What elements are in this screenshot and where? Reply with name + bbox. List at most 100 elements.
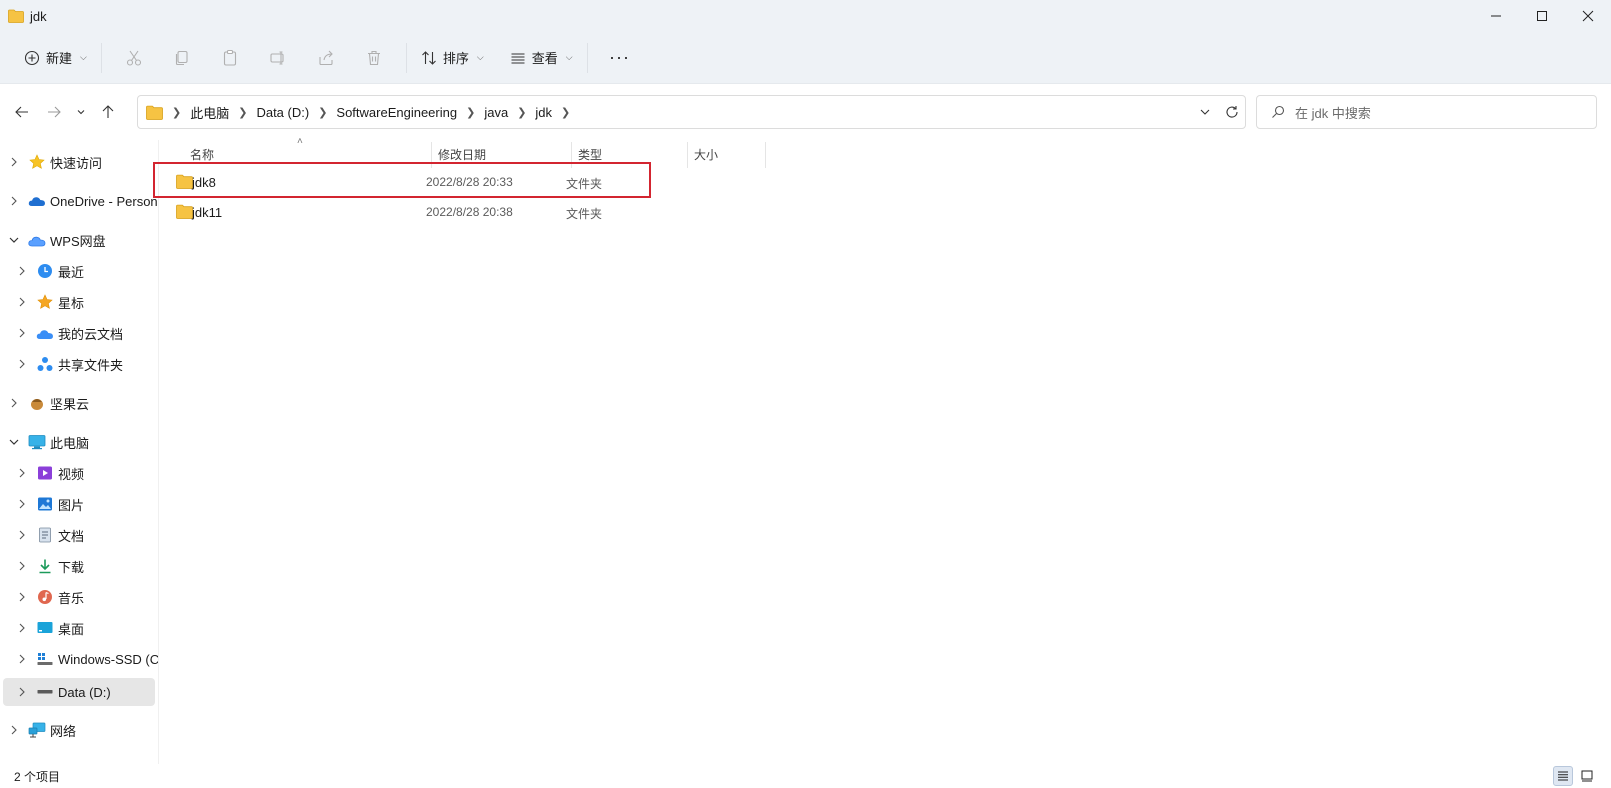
column-divider[interactable] [765, 142, 766, 168]
sidebar-item-documents[interactable]: 文档 [0, 521, 158, 549]
clock-icon [36, 262, 54, 280]
chevron-right-icon[interactable] [16, 327, 28, 339]
copy-icon [175, 50, 188, 65]
address-row: ❯ 此电脑 ❯ Data (D:) ❯ SoftwareEngineering … [0, 84, 1611, 140]
chevron-right-icon[interactable] [16, 686, 28, 698]
chevron-right-icon[interactable] [8, 156, 20, 168]
sidebar-item-recent[interactable]: 最近 [0, 257, 158, 285]
sort-ascending-icon: ˄ [297, 136, 303, 147]
sort-icon [421, 50, 436, 65]
breadcrumb-data-drive[interactable]: Data (D:) [256, 105, 309, 120]
chevron-right-icon[interactable] [16, 467, 28, 479]
sidebar-item-this-pc[interactable]: 此电脑 [0, 428, 158, 456]
chevron-down-icon [77, 110, 85, 115]
chevron-right-icon[interactable] [16, 653, 28, 665]
navigation-pane: 快速访问 OneDrive - Personal WPS网盘 最近 星标 我的云… [0, 140, 158, 764]
chevron-right-icon[interactable]: ❯ [561, 106, 570, 119]
tiles-view-button[interactable] [1577, 766, 1597, 786]
breadcrumb-softwareengineering[interactable]: SoftwareEngineering [336, 105, 457, 120]
chevron-down-icon[interactable] [8, 234, 20, 246]
view-button[interactable]: 查看 ⌵ [504, 40, 579, 76]
maximize-button[interactable] [1519, 0, 1565, 32]
maximize-icon [1537, 11, 1547, 21]
minimize-icon [1491, 15, 1501, 17]
address-bar[interactable]: ❯ 此电脑 ❯ Data (D:) ❯ SoftwareEngineering … [137, 95, 1246, 129]
chevron-right-icon[interactable] [16, 591, 28, 603]
chevron-right-icon[interactable]: ❯ [238, 106, 247, 119]
sidebar-item-my-cloud-docs[interactable]: 我的云文档 [0, 319, 158, 347]
up-button[interactable] [92, 96, 124, 128]
sidebar-item-windows-ssd[interactable]: Windows-SSD (C:) [0, 645, 158, 673]
video-icon [36, 464, 54, 482]
column-divider[interactable] [687, 142, 688, 168]
column-divider[interactable] [571, 142, 572, 168]
chevron-right-icon[interactable]: ❯ [466, 106, 475, 119]
sidebar-item-desktop[interactable]: 桌面 [0, 614, 158, 642]
breadcrumb-jdk[interactable]: jdk [535, 105, 552, 120]
sidebar-item-quick-access[interactable]: 快速访问 [0, 148, 158, 176]
sidebar-item-videos[interactable]: 视频 [0, 459, 158, 487]
chevron-right-icon[interactable] [16, 265, 28, 277]
sidebar-item-starred[interactable]: 星标 [0, 288, 158, 316]
sidebar-item-music[interactable]: 音乐 [0, 583, 158, 611]
chevron-down-icon: ⌵ [476, 52, 484, 62]
chevron-right-icon[interactable] [8, 397, 20, 409]
cloud-icon [36, 324, 54, 342]
chevron-right-icon[interactable]: ❯ [517, 106, 526, 119]
file-row-jdk11[interactable]: jdk11 2022/8/28 20:38 文件夹 [159, 197, 655, 227]
column-divider[interactable] [431, 142, 432, 168]
copy-button[interactable] [158, 40, 206, 76]
recent-locations-button[interactable] [70, 96, 92, 128]
sidebar-item-downloads[interactable]: 下载 [0, 552, 158, 580]
chevron-right-icon[interactable]: ❯ [318, 106, 327, 119]
forward-button[interactable] [38, 96, 70, 128]
breadcrumb-java[interactable]: java [484, 105, 508, 120]
chevron-right-icon[interactable] [16, 529, 28, 541]
item-count: 2 个项目 [14, 769, 61, 784]
column-header-date[interactable]: 修改日期 [438, 146, 486, 163]
more-options-button[interactable]: ··· [596, 40, 644, 76]
column-header-size[interactable]: 大小 [694, 146, 718, 163]
details-view-button[interactable] [1553, 766, 1573, 786]
sidebar-item-shared-folder[interactable]: 共享文件夹 [0, 350, 158, 378]
file-row-jdk8[interactable]: jdk8 2022/8/28 20:33 文件夹 [159, 167, 655, 197]
chevron-down-icon[interactable] [1199, 106, 1211, 118]
drive-icon [36, 683, 54, 701]
refresh-icon[interactable] [1225, 105, 1239, 119]
sidebar-item-wps-drive[interactable]: WPS网盘 [0, 226, 158, 254]
sort-button[interactable]: 排序 ⌵ [415, 40, 490, 76]
chevron-right-icon[interactable] [16, 560, 28, 572]
delete-button[interactable] [350, 40, 398, 76]
chevron-right-icon[interactable] [16, 358, 28, 370]
column-header-name[interactable]: 名称 [190, 146, 214, 163]
column-header-type[interactable]: 类型 [578, 146, 602, 163]
search-box[interactable]: 在 jdk 中搜索 [1256, 95, 1597, 129]
sidebar-item-pictures[interactable]: 图片 [0, 490, 158, 518]
rename-button[interactable] [254, 40, 302, 76]
back-button[interactable] [6, 96, 38, 128]
chevron-right-icon[interactable] [16, 622, 28, 634]
chevron-right-icon[interactable] [8, 724, 20, 736]
chevron-right-icon[interactable] [16, 296, 28, 308]
share-button[interactable] [302, 40, 350, 76]
arrow-right-icon [48, 106, 61, 118]
window-title: jdk [30, 8, 47, 24]
new-button[interactable]: 新建 ⌵ [18, 40, 93, 76]
file-explorer-window: jdk 新建 ⌵ 排序 ⌵ 查看 ⌵ ··· ❯ 此电脑 ❯ Data (D:)… [0, 0, 1611, 788]
paste-button[interactable] [206, 40, 254, 76]
search-icon [1272, 105, 1285, 118]
sidebar-item-label: 视频 [58, 466, 85, 482]
sidebar-item-onedrive[interactable]: OneDrive - Personal [0, 187, 158, 215]
chevron-right-icon[interactable] [16, 498, 28, 510]
cut-button[interactable] [110, 40, 158, 76]
sidebar-item-label: Windows-SSD (C:) [58, 651, 158, 667]
sidebar-item-jianguoyun[interactable]: 坚果云 [0, 389, 158, 417]
chevron-right-icon[interactable] [8, 195, 20, 207]
breadcrumb-this-pc[interactable]: 此电脑 [190, 103, 229, 122]
sidebar-item-label: 音乐 [58, 590, 85, 606]
sidebar-item-data-drive[interactable]: Data (D:) [3, 678, 155, 706]
chevron-down-icon[interactable] [8, 436, 20, 448]
minimize-button[interactable] [1473, 0, 1519, 32]
sidebar-item-network[interactable]: 网络 [0, 716, 158, 744]
close-button[interactable] [1565, 0, 1611, 32]
